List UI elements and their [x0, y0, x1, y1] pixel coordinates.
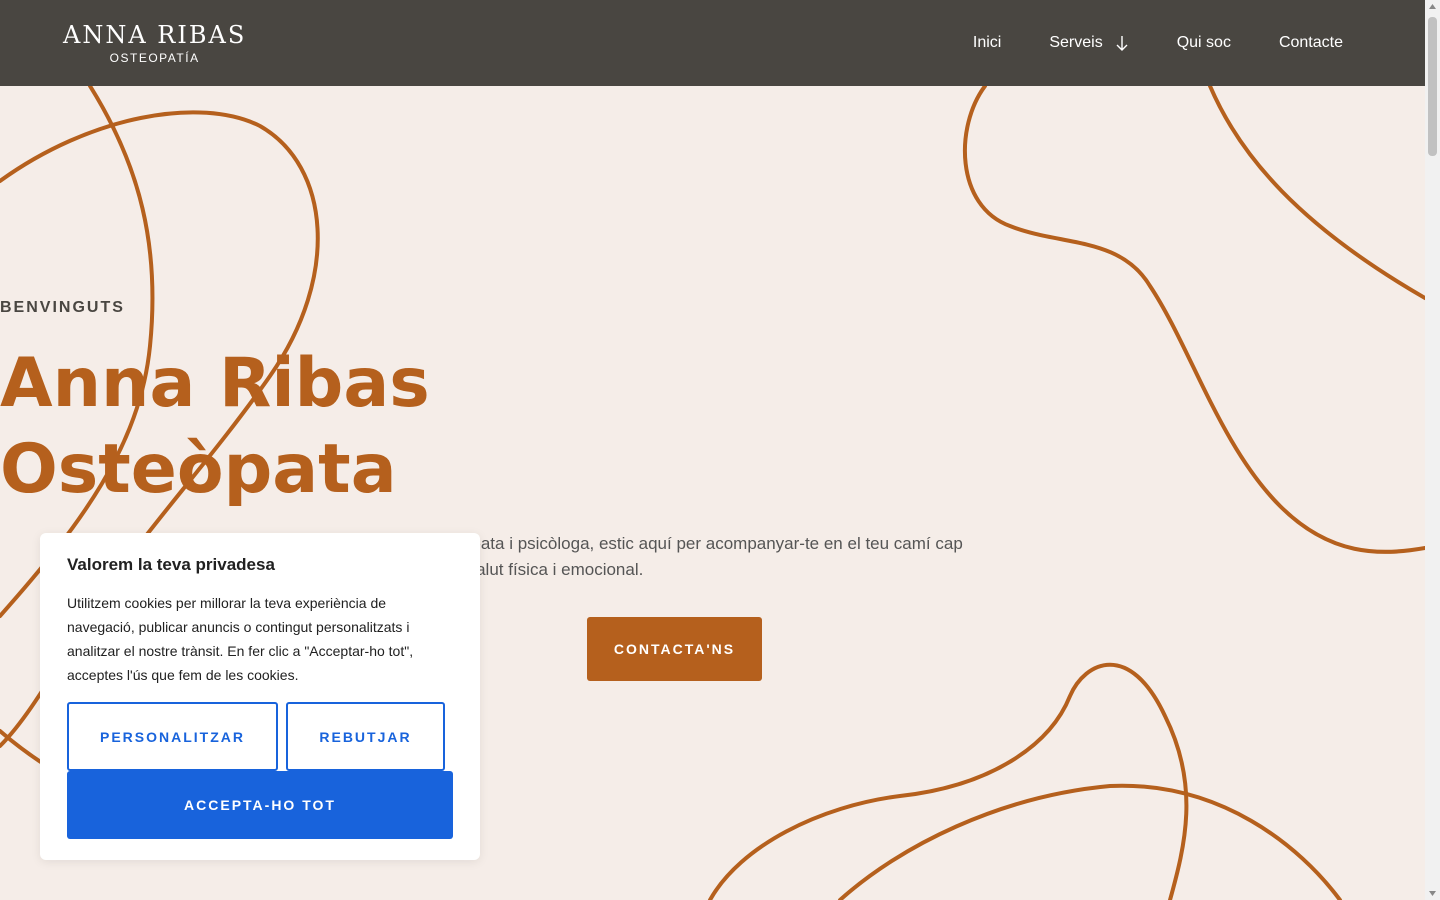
scroll-up-icon[interactable] [1428, 2, 1437, 11]
nav-item-inici[interactable]: Inici [973, 34, 1001, 52]
hero-eyebrow: BENVINGUTS [0, 299, 125, 316]
contact-button[interactable]: CONTACTA'NS [587, 617, 762, 681]
nav-item-serveis[interactable]: Serveis [1049, 34, 1128, 52]
site-header: ANNA RIBAS OSTEOPATÍA Inici Serveis Qui … [0, 0, 1425, 86]
nav-label: Serveis [1049, 34, 1103, 51]
cookie-banner: Valorem la teva privadesa Utilitzem cook… [40, 533, 480, 860]
main-nav: Inici Serveis Qui soc Contacte [973, 34, 1343, 52]
scroll-down-icon[interactable] [1428, 889, 1437, 898]
customize-button[interactable]: PERSONALITZAR [67, 702, 278, 771]
nav-label: Inici [972, 34, 1002, 51]
arrow-down-icon [1116, 36, 1128, 51]
scroll-thumb[interactable] [1428, 17, 1437, 156]
hero-title: Anna Ribas Osteòpata [0, 341, 1350, 513]
site-logo[interactable]: ANNA RIBAS OSTEOPATÍA [63, 21, 246, 66]
hero-title-line1: Anna Ribas [0, 344, 430, 423]
scrollbar[interactable] [1425, 0, 1440, 900]
nav-label: Contacte [1278, 34, 1343, 51]
cookie-title: Valorem la teva privadesa [67, 555, 275, 574]
hero-title-line2: Osteòpata [0, 430, 397, 509]
logo-name: ANNA RIBAS [63, 20, 247, 49]
nav-item-qui-soc[interactable]: Qui soc [1177, 34, 1231, 52]
logo-subtitle: OSTEOPATÍA [109, 51, 200, 66]
reject-button[interactable]: REBUTJAR [286, 702, 445, 771]
nav-item-contacte[interactable]: Contacte [1279, 34, 1343, 52]
accept-all-button[interactable]: ACCEPTA-HO TOT [67, 771, 453, 839]
nav-label: Qui soc [1176, 34, 1231, 51]
cookie-text: Utilitzem cookies per millorar la teva e… [67, 595, 414, 683]
cookie-button-row: PERSONALITZAR REBUTJAR [67, 702, 453, 771]
